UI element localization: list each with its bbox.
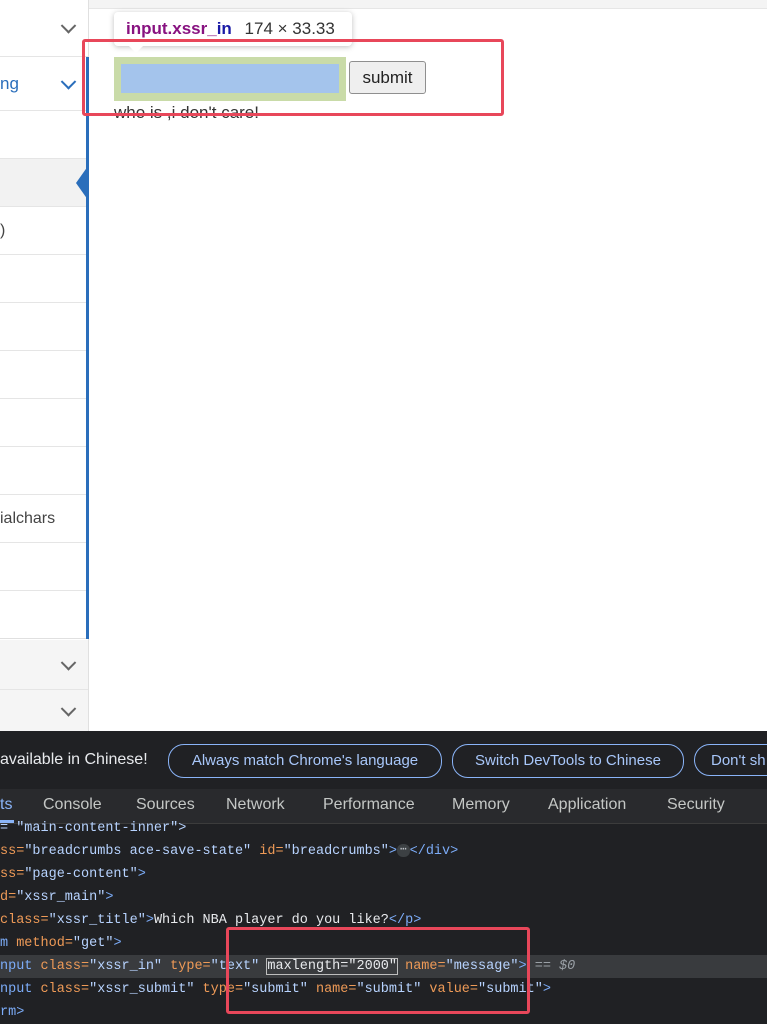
sidebar-subitem[interactable] (0, 399, 88, 447)
dom-line-text: = "main-content-inner"> (0, 821, 187, 836)
sidebar-subitem[interactable] (0, 447, 88, 495)
tab-application[interactable]: Application (548, 796, 626, 814)
tab-performance[interactable]: Performance (323, 796, 415, 814)
selected-marker: == (526, 959, 560, 974)
attr-value: "xssr_submit" (89, 982, 195, 997)
sidebar-item-label: ) (0, 221, 6, 239)
sidebar-item-0[interactable] (0, 0, 88, 57)
attr-value: "xssr_in" (89, 959, 163, 974)
sidebar-subitem-active[interactable] (0, 159, 88, 207)
tooltip-selector-rest: in (216, 19, 232, 38)
tab-network[interactable]: Network (226, 796, 285, 814)
attr-value: "get" (72, 936, 114, 951)
sidebar-subitem[interactable] (0, 591, 88, 639)
tab-sources[interactable]: Sources (136, 796, 195, 814)
sidebar-item-collapsed[interactable] (0, 640, 88, 690)
sidebar-subitem[interactable] (0, 543, 88, 591)
chevron-down-icon (60, 18, 77, 34)
tab-security[interactable]: Security (667, 796, 725, 814)
infobar-message: available in Chinese! (0, 751, 148, 768)
sidebar-item-label: ialchars (0, 509, 56, 527)
tag-name: nput (0, 982, 33, 997)
dom-line[interactable]: m method="get"> (0, 932, 122, 955)
devtools-language-infobar: available in Chinese! Always match Chrom… (0, 731, 767, 790)
attr-name: d= (0, 890, 17, 905)
dom-line[interactable]: ss="page-content"> (0, 863, 146, 886)
tag-name: nput (0, 959, 33, 974)
sidebar-subitem[interactable]: ialchars (0, 495, 88, 543)
closing-tag: </div> (409, 844, 459, 859)
dom-line[interactable]: rm> (0, 1001, 24, 1024)
sidebar-nav: ng ) ialchars (0, 0, 89, 731)
attr-value: "xssr_main" (16, 890, 106, 905)
sidebar-item-collapsed[interactable] (0, 690, 88, 731)
tag-name: rm (0, 1005, 17, 1020)
switch-devtools-language-button[interactable]: Switch DevTools to Chinese (452, 744, 684, 778)
sidebar-subitem[interactable] (0, 303, 88, 351)
dom-line[interactable]: = "main-content-inner"> (0, 817, 186, 840)
sidebar-subitem[interactable]: ) (0, 207, 88, 255)
chevron-down-icon (60, 654, 77, 671)
chevron-down-icon (60, 700, 77, 717)
expand-ellipsis-icon[interactable]: ⋯ (397, 843, 410, 857)
tab-elements[interactable]: ts (0, 796, 12, 814)
sidebar-item-label: ng (0, 73, 19, 93)
closing-tag: </p> (388, 913, 422, 928)
attr-name: type= (162, 959, 211, 974)
dom-line[interactable]: ss="breadcrumbs ace-save-state" id="brea… (0, 840, 458, 863)
attr-name: ss= (0, 867, 25, 882)
tab-memory[interactable]: Memory (452, 796, 510, 814)
attr-value: "breadcrumbs ace-save-state" (24, 844, 252, 859)
attr-value: "xssr_title" (48, 913, 146, 928)
tooltip-selector: input.xssr_ (126, 19, 217, 38)
always-match-language-button[interactable]: Always match Chrome's language (168, 744, 442, 778)
attr-name: class= (32, 982, 90, 997)
sidebar-subitem[interactable] (0, 255, 88, 303)
tooltip-dimensions: 174 × 33.33 (244, 19, 335, 38)
tab-console[interactable]: Console (43, 796, 102, 814)
annotation-highlight-box (82, 39, 504, 116)
attr-value: "page-content" (24, 867, 138, 882)
tag-name: m (0, 936, 9, 951)
dont-show-button[interactable]: Don't sh (694, 744, 767, 776)
console-ref: $0 (559, 959, 576, 974)
sidebar-subitem[interactable] (0, 111, 88, 159)
attr-name: id= (251, 844, 284, 859)
page-top-strip (89, 0, 767, 9)
attr-name: ss= (0, 844, 25, 859)
dom-text-node: Which NBA player do you like? (153, 913, 389, 928)
attr-name: method= (8, 936, 73, 951)
sidebar-subitem[interactable] (0, 351, 88, 399)
annotation-highlight-box (226, 927, 530, 1014)
attr-name: class= (32, 959, 90, 974)
dom-line[interactable]: d="xssr_main"> (0, 886, 113, 909)
chevron-down-icon (60, 73, 77, 90)
attr-value: "breadcrumbs" (283, 844, 389, 859)
sidebar-active-section-bar (86, 57, 89, 639)
sidebar-item-1[interactable]: ng (0, 57, 88, 111)
attr-name: class= (0, 913, 49, 928)
